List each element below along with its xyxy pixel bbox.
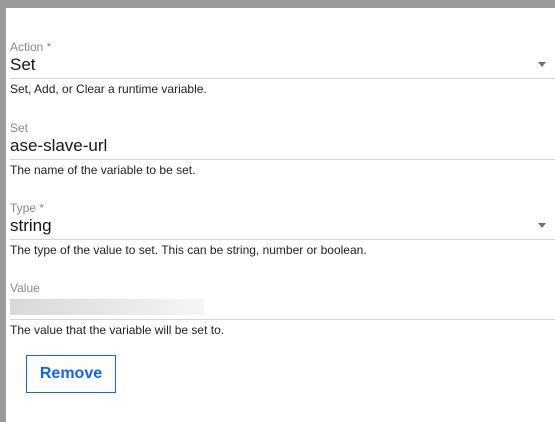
type-label: Type * [10, 201, 45, 215]
remove-button[interactable]: Remove [26, 355, 116, 393]
set-input-value: ase-slave-url [10, 136, 108, 155]
action-selected-value: Set [10, 55, 36, 74]
value-helper-text: The value that the variable will be set … [10, 323, 225, 337]
value-field: Value The value that the variable will b… [10, 281, 555, 337]
type-helper-text: The type of the value to set. This can b… [10, 243, 367, 257]
variable-form-panel: Action * Set Set, Add, or Clear a runtim… [6, 8, 555, 422]
type-field: Type * string The type of the value to s… [10, 201, 555, 257]
action-select[interactable]: Set [10, 54, 555, 79]
value-input[interactable] [10, 295, 555, 320]
type-selected-value: string [10, 216, 52, 235]
redacted-value-block [10, 299, 204, 315]
chevron-down-icon[interactable] [538, 62, 546, 67]
chevron-down-icon[interactable] [538, 223, 546, 228]
action-helper-text: Set, Add, or Clear a runtime variable. [10, 82, 207, 96]
type-select[interactable]: string [10, 215, 555, 240]
set-input[interactable]: ase-slave-url [10, 135, 555, 160]
set-label: Set [10, 121, 29, 135]
set-field: Set ase-slave-url The name of the variab… [10, 121, 555, 177]
value-label: Value [10, 281, 40, 295]
set-helper-text: The name of the variable to be set. [10, 163, 196, 177]
action-label: Action * [10, 40, 52, 54]
action-field: Action * Set Set, Add, or Clear a runtim… [10, 40, 555, 96]
